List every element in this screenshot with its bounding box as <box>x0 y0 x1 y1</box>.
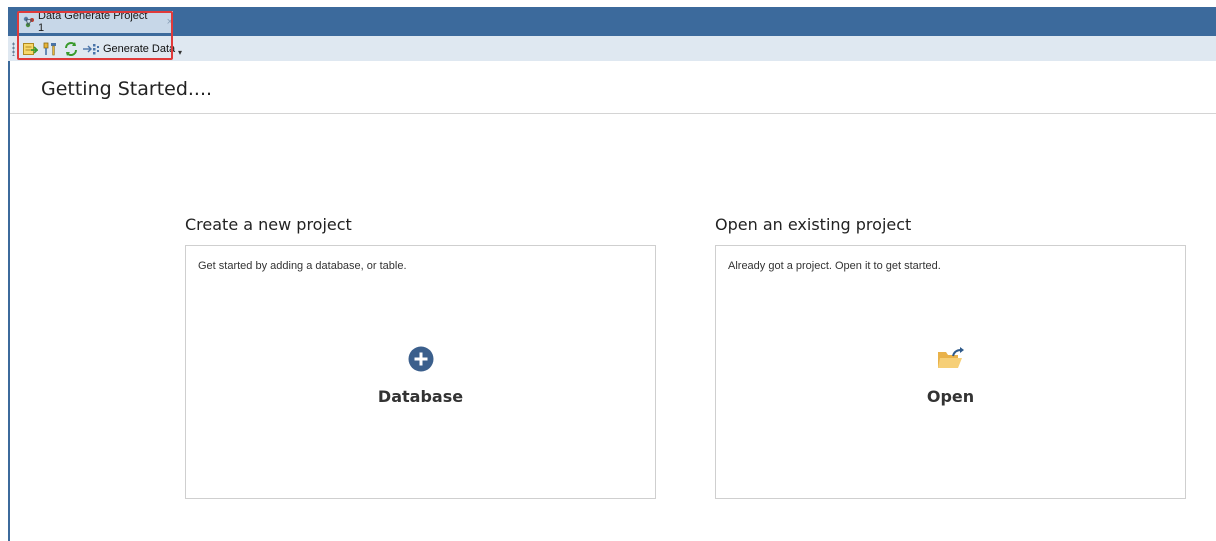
toolbar <box>8 36 1216 61</box>
folder-open-icon[interactable] <box>936 346 966 377</box>
plus-circle-icon[interactable] <box>408 346 434 377</box>
project-icon <box>22 15 36 29</box>
close-icon[interactable]: × <box>167 16 173 28</box>
toolbar-grip[interactable] <box>12 42 15 56</box>
create-project-card: Get started by adding a database, or tab… <box>185 245 656 499</box>
create-section-heading: Create a new project <box>185 215 352 234</box>
open-action-label[interactable]: Open <box>927 387 974 406</box>
generate-data-icon <box>82 41 100 57</box>
generate-data-label: Generate Data <box>103 43 176 55</box>
document-tab-title: Data Generate Project 1 <box>38 10 148 34</box>
create-section-description: Get started by adding a database, or tab… <box>198 260 407 272</box>
settings-button[interactable] <box>42 40 58 58</box>
open-section-heading: Open an existing project <box>715 215 912 234</box>
database-action-label[interactable]: Database <box>378 387 463 406</box>
settings-icon <box>42 41 58 57</box>
open-project-action[interactable]: Open <box>716 346 1185 406</box>
document-tab[interactable]: Data Generate Project 1 × <box>18 10 173 34</box>
window-left-edge <box>8 61 10 541</box>
add-database-button[interactable] <box>22 40 38 58</box>
refresh-icon <box>63 41 79 57</box>
add-database-action[interactable]: Database <box>186 346 655 406</box>
add-database-icon <box>22 41 38 57</box>
page-title: Getting Started.... <box>41 78 213 100</box>
toolbar-overflow-button[interactable]: ▾ <box>178 48 182 57</box>
generate-data-button[interactable]: Generate Data <box>82 40 175 58</box>
open-section-description: Already got a project. Open it to get st… <box>728 260 941 272</box>
open-project-card: Already got a project. Open it to get st… <box>715 245 1186 499</box>
title-divider <box>10 113 1216 114</box>
refresh-button[interactable] <box>63 40 79 58</box>
document-tab-strip <box>8 7 1216 36</box>
